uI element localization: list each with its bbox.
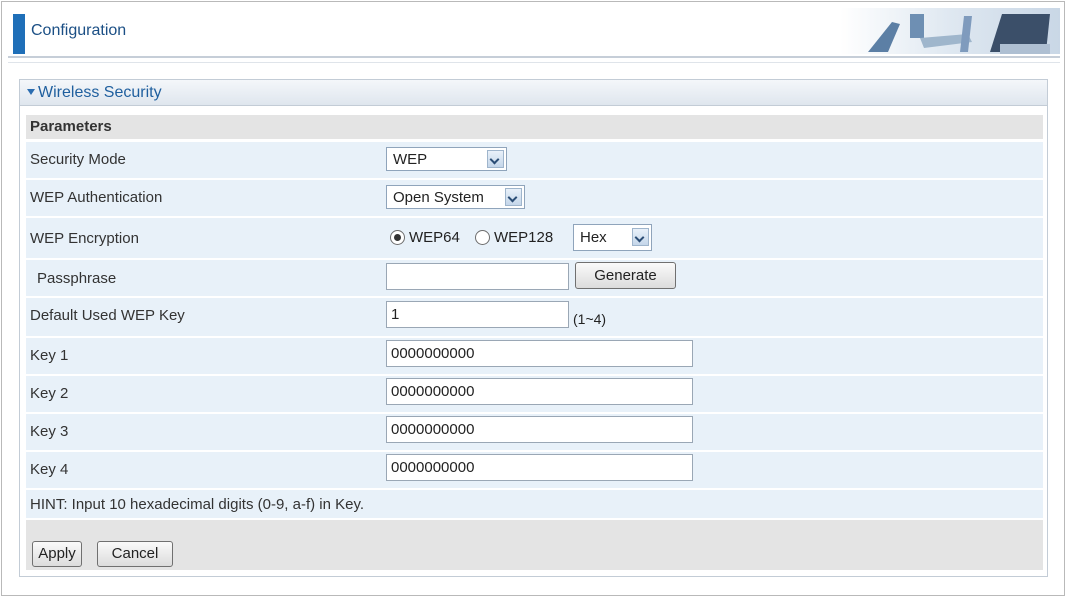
security-mode-label: Security Mode: [30, 151, 126, 168]
generate-button[interactable]: Generate: [575, 262, 676, 289]
wep-auth-value: Open System: [393, 189, 484, 206]
wep64-radio[interactable]: [390, 230, 405, 245]
row-key-1: Key 1: [26, 338, 1043, 374]
wep-encryption-label: WEP Encryption: [30, 230, 139, 247]
chevron-down-icon[interactable]: [487, 150, 504, 168]
chevron-down-icon[interactable]: [632, 228, 649, 246]
key-4-input[interactable]: [386, 454, 693, 481]
row-passphrase: Passphrase Generate: [26, 260, 1043, 296]
row-wep-encryption: WEP Encryption WEP64 WEP128 Hex: [26, 218, 1043, 258]
default-key-range: (1~4): [573, 311, 607, 327]
row-key-3: Key 3: [26, 414, 1043, 450]
actions-row: Apply Cancel: [26, 520, 1043, 570]
row-wep-authentication: WEP Authentication Open System: [26, 180, 1043, 216]
passphrase-label: Passphrase: [37, 270, 117, 287]
row-default-key: Default Used WEP Key (1~4): [26, 298, 1043, 336]
apply-button[interactable]: Apply: [32, 541, 82, 567]
key-2-label: Key 2: [30, 385, 69, 402]
hint-text: HINT: Input 10 hexadecimal digits (0-9, …: [30, 496, 365, 513]
header-office-illustration: [840, 8, 1060, 54]
default-key-label: Default Used WEP Key: [30, 307, 185, 324]
key-format-select[interactable]: Hex: [573, 224, 652, 251]
header-divider: [8, 56, 1060, 58]
page-title: Configuration: [31, 22, 127, 39]
key-1-label: Key 1: [30, 347, 69, 364]
key-3-input[interactable]: [386, 416, 693, 443]
row-key-4: Key 4: [26, 452, 1043, 488]
key-2-input[interactable]: [386, 378, 693, 405]
wep-auth-label: WEP Authentication: [30, 189, 163, 206]
key-format-value: Hex: [580, 229, 607, 246]
default-key-input[interactable]: [386, 301, 569, 328]
panel-header[interactable]: Wireless Security: [20, 80, 1047, 106]
hint-row: HINT: Input 10 hexadecimal digits (0-9, …: [26, 490, 1043, 518]
cancel-button[interactable]: Cancel: [97, 541, 173, 567]
wireless-security-panel: Wireless Security Parameters Security Mo…: [19, 79, 1048, 577]
key-4-label: Key 4: [30, 461, 69, 478]
key-1-input[interactable]: [386, 340, 693, 367]
header-divider-thin: [8, 62, 1060, 63]
security-mode-select[interactable]: WEP: [386, 147, 507, 171]
row-security-mode: Security Mode WEP: [26, 142, 1043, 178]
section-title: Parameters: [30, 118, 112, 135]
wep128-label[interactable]: WEP128: [494, 229, 553, 246]
chevron-down-icon[interactable]: [505, 188, 522, 206]
passphrase-input[interactable]: [386, 263, 569, 290]
key-3-label: Key 3: [30, 423, 69, 440]
header-accent-bar: [13, 14, 25, 54]
panel-title: Wireless Security: [38, 84, 162, 101]
wep64-label[interactable]: WEP64: [409, 229, 460, 246]
wep-auth-select[interactable]: Open System: [386, 185, 525, 209]
row-key-2: Key 2: [26, 376, 1043, 412]
collapse-arrow-icon[interactable]: [27, 89, 35, 95]
section-header: Parameters: [26, 115, 1043, 139]
security-mode-value: WEP: [393, 151, 428, 168]
wep128-radio[interactable]: [475, 230, 490, 245]
